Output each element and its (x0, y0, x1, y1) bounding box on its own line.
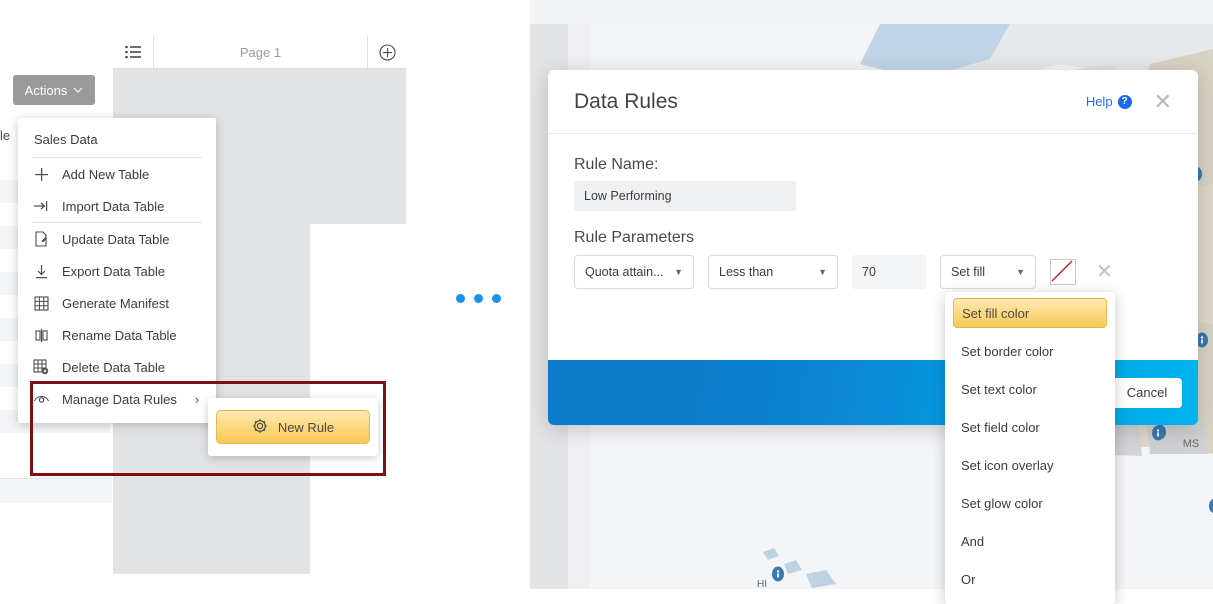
actions-button-label: Actions (25, 83, 68, 98)
menu-header-label: Sales Data (18, 118, 216, 157)
cancel-button[interactable]: Cancel (1112, 378, 1182, 408)
dropdown-spacer (945, 442, 1115, 450)
rule-parameters-row: Quota attain... ▼ Less than ▼ Set fill ▼… (574, 255, 1172, 289)
threshold-value-input[interactable] (852, 255, 926, 289)
menu-item-label: Export Data Table (62, 264, 165, 279)
loading-dot (474, 294, 483, 303)
dropdown-spacer (945, 366, 1115, 374)
action-options-dropdown: Set fill color Set border color Set text… (945, 292, 1115, 604)
dropdown-spacer (945, 518, 1115, 526)
help-label: Help (1086, 94, 1113, 109)
svg-text:HI: HI (757, 579, 767, 589)
dropdown-spacer (945, 404, 1115, 412)
dropdown-item-or[interactable]: Or (945, 564, 1115, 594)
manage-data-rules-submenu: New Rule (208, 398, 378, 456)
dropdown-item-and[interactable]: And (945, 526, 1115, 556)
truncated-edge-label: le (0, 128, 10, 143)
loading-dot (492, 294, 501, 303)
action-select-value: Set fill (951, 265, 985, 279)
field-select-value: Quota attain... (585, 265, 664, 279)
chevron-down-icon (73, 85, 83, 96)
menu-item-label: Add New Table (62, 167, 149, 182)
dialog-header: Data Rules Help ? ✕ (548, 70, 1198, 134)
dropdown-item-set-text-color[interactable]: Set text color (945, 374, 1115, 404)
svg-text:MS: MS (1183, 438, 1200, 450)
chevron-down-icon: ▼ (666, 267, 683, 277)
chevron-down-icon: ▼ (810, 267, 827, 277)
operator-select[interactable]: Less than ▼ (708, 255, 838, 289)
menu-item-label: Rename Data Table (62, 328, 177, 343)
import-arrow-icon (32, 197, 50, 215)
dropdown-spacer (945, 480, 1115, 488)
dropdown-item-set-icon-overlay[interactable]: Set icon overlay (945, 450, 1115, 480)
dropdown-item-set-fill-color[interactable]: Set fill color (953, 298, 1107, 328)
dropdown-spacer (945, 328, 1115, 336)
gear-icon (252, 418, 268, 437)
actions-button[interactable]: Actions (13, 75, 95, 105)
menu-item-update-data-table[interactable]: Update Data Table (18, 223, 216, 255)
dropdown-item-set-field-color[interactable]: Set field color (945, 412, 1115, 442)
new-rule-button[interactable]: New Rule (216, 410, 370, 444)
action-select[interactable]: Set fill ▼ (940, 255, 1036, 289)
dropdown-item-set-border-color[interactable]: Set border color (945, 336, 1115, 366)
plus-icon (32, 165, 50, 183)
remove-rule-row-button[interactable]: ✕ (1096, 262, 1113, 282)
dialog-title: Data Rules (574, 90, 1086, 114)
menu-item-export-data-table[interactable]: Export Data Table (18, 255, 216, 287)
new-rule-label: New Rule (278, 420, 334, 435)
rename-icon (32, 326, 50, 344)
rule-parameters-label: Rule Parameters (574, 229, 1172, 247)
dropdown-item-set-glow-color[interactable]: Set glow color (945, 488, 1115, 518)
no-color-swatch[interactable] (1050, 259, 1076, 285)
question-circle-icon: ? (1118, 95, 1132, 109)
menu-item-label: Generate Manifest (62, 296, 169, 311)
menu-item-generate-manifest[interactable]: Generate Manifest (18, 287, 216, 319)
actions-dropdown-menu: Sales Data Add New Table Import Data Tab… (18, 118, 216, 423)
document-edit-icon (32, 230, 50, 248)
tab-page-1[interactable]: Page 1 (154, 36, 368, 68)
field-select[interactable]: Quota attain... ▼ (574, 255, 694, 289)
plus-circle-icon[interactable] (368, 36, 406, 68)
left-bottom-strip (0, 478, 112, 503)
left-app-panel: Page 1 le Actions Sales Data Add New Tab… (0, 0, 530, 589)
menu-item-rename-data-table[interactable]: Rename Data Table (18, 319, 216, 351)
rule-name-label: Rule Name: (574, 156, 1172, 174)
help-link[interactable]: Help ? (1086, 94, 1132, 109)
menu-item-label: Delete Data Table (62, 360, 165, 375)
menu-item-add-new-table[interactable]: Add New Table (18, 158, 216, 190)
dialog-body: Rule Name: Rule Parameters Quota attain.… (548, 134, 1198, 289)
grid-delete-icon (32, 358, 50, 376)
menu-item-delete-data-table[interactable]: Delete Data Table (18, 351, 216, 383)
menu-item-label: Update Data Table (62, 232, 169, 247)
chevron-down-icon: ▼ (1008, 267, 1025, 277)
operator-select-value: Less than (719, 265, 773, 279)
loading-dots-indicator (456, 294, 501, 303)
close-icon[interactable]: ✕ (1154, 91, 1172, 113)
loading-dot (456, 294, 465, 303)
grid-icon (32, 294, 50, 312)
page-tab-bar: Page 1 (113, 36, 406, 69)
menu-item-import-data-table[interactable]: Import Data Table (18, 190, 216, 222)
menu-item-label: Import Data Table (62, 199, 164, 214)
dropdown-spacer (945, 556, 1115, 564)
download-arrow-icon (32, 262, 50, 280)
rule-name-input[interactable] (574, 181, 796, 211)
list-icon[interactable] (113, 36, 154, 68)
